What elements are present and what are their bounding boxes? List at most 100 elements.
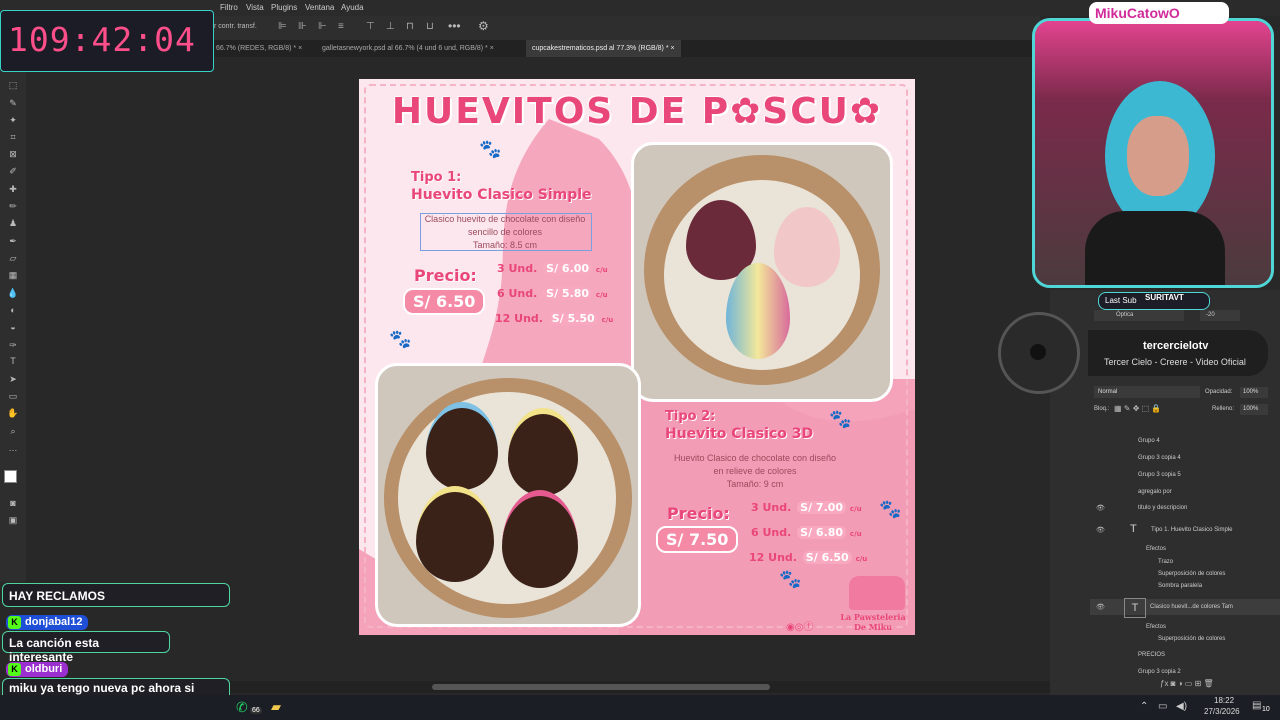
distribute-vertical-icon[interactable]: ⊔ [426,21,434,32]
align-top-icon[interactable]: ⊤ [366,21,375,32]
scrollbar-thumb[interactable] [432,684,770,690]
chat-message: HAY RECLAMOS [2,583,230,607]
visibility-eye-icon[interactable]: 👁 [1096,603,1105,611]
layer-group[interactable]: titulo y descripcion [1090,500,1280,516]
gradient-tool-icon[interactable]: ▦ [6,269,20,281]
network-icon[interactable]: ▭ [1158,701,1167,712]
hand-tool-icon[interactable]: ✋ [6,407,20,419]
volume-icon[interactable]: ◀) [1176,701,1187,712]
lock-label: Bloq.: [1094,406,1110,412]
screen-mode-icon[interactable]: ▣ [6,514,20,526]
dodge-tool-icon[interactable]: ◐ [6,304,20,316]
fill-input[interactable]: 100% [1240,404,1268,415]
notifications-icon[interactable]: ▤ [1252,700,1261,711]
chat-message: La canción esta interesante [2,631,170,664]
stamp-tool-icon[interactable]: ♟ [6,217,20,229]
layer-group[interactable]: PRECIOS [1090,647,1280,663]
layer-group[interactable]: Grupo 3 copia 2 [1090,664,1280,680]
type2-tier: 3 Und. S/ 7.00 c/u [751,501,862,514]
blur-tool-icon[interactable]: 💧 [6,287,20,299]
zoom-tool-icon[interactable]: ⌕ [6,425,20,437]
clock-date[interactable]: 27/3/2026 [1204,707,1240,716]
clock-time[interactable]: 18:22 [1214,696,1234,705]
tab-cupcakestrematicos[interactable]: cupcakestrematicos.psd al 77.3% (RGB/8) … [526,40,681,57]
poster-title: HUEVITOS DE P✿SCU✿ [391,91,883,132]
foreground-color-swatch[interactable] [4,470,17,483]
lasso-tool-icon[interactable]: ✎ [6,97,20,109]
menu-filtro[interactable]: Filtro [220,3,238,12]
taskbar: ✆ 66 ▰ ⌃ ▭ ◀) 18:22 27/3/2026 ▤ 10 [0,695,1280,720]
file-explorer-icon[interactable]: ▰ [271,699,281,715]
lock-icons[interactable]: ▦ ✎ ✥ ⬚ 🔒 [1114,404,1161,413]
align-bottom-icon[interactable]: ⊓ [406,21,414,32]
notification-badge: 66 [250,707,262,714]
photo-easter-eggs-simple [631,142,893,402]
type1-name: Huevito Clasico Simple [411,187,592,203]
tab-galletasnewyork[interactable]: galletasnewyork.psd al 66.7% (4 und 6 un… [316,40,500,57]
type-tool-icon[interactable]: T [6,355,20,367]
close-icon[interactable]: × [490,45,494,52]
type1-price-label: Precio: [414,266,477,285]
close-icon[interactable]: × [671,45,675,52]
pen-tool-icon[interactable]: ✑ [6,339,20,351]
healing-brush-icon[interactable]: ✚ [6,183,20,195]
menu-ventana[interactable]: Ventana [305,3,334,12]
text-layer-icon: T [1130,523,1137,535]
menu-vista[interactable]: Vista [246,3,264,12]
layer-group[interactable]: Grupo 3 copia 5 [1090,467,1280,483]
distribute-icon[interactable]: ≡ [338,21,344,32]
layer-text[interactable]: Tipo 1. Huevito Clasico Simple [1090,522,1280,538]
layer-actions-icons[interactable]: ƒx ◙ ◑ ▭ ⊞ 🗑 [1160,679,1214,688]
type1-tier: 6 Und. S/ 5.80 c/u [497,287,608,300]
smudge-tool-icon[interactable]: ◒ [6,321,20,333]
gear-icon[interactable]: ⚙ [478,19,489,33]
transform-controls-label[interactable]: r contr. transf. [214,23,257,30]
whatsapp-icon[interactable]: ✆ [236,699,248,716]
type1-tier: 3 Und. S/ 6.00 c/u [497,262,608,275]
marquee-tool-icon[interactable]: ⬚ [6,79,20,91]
layer-group[interactable]: Grupo 4 [1090,433,1280,449]
shape-tool-icon[interactable]: ▭ [6,390,20,402]
layer-text-selected[interactable]: Clasico huevit...de colores Tam [1090,599,1280,615]
menu-ayuda[interactable]: Ayuda [341,3,364,12]
quick-select-icon[interactable]: ✦ [6,114,20,126]
webcam-frame [1032,18,1274,288]
brand-name: La Pawsteleria De Miku [840,612,906,632]
tab-redes[interactable]: 66.7% (REDES, RGB/8) * × [210,40,308,57]
align-left-icon[interactable]: ⊫ [278,21,287,32]
layer-effect-item[interactable]: Sombra paralela [1090,578,1280,594]
path-select-icon[interactable]: ➤ [6,373,20,385]
tools-panel: ⬚ ✎ ✦ ⌗ ⊠ ✐ ✚ ✏ ♟ ✒ ▱ ▦ 💧 ◐ ◒ ✑ T ➤ ▭ ✋ … [0,57,27,582]
history-brush-icon[interactable]: ✒ [6,235,20,247]
type2-tier: 6 Und. S/ 6.80 c/u [751,526,862,539]
menu-plugins[interactable]: Plugins [271,3,297,12]
eraser-tool-icon[interactable]: ▱ [6,252,20,264]
type2-label: Tipo 2: [665,409,716,424]
visibility-eye-icon[interactable]: 👁 [1096,526,1105,534]
type2-price: S/ 7.50 [656,526,739,553]
brush-tool-icon[interactable]: ✏ [6,200,20,212]
artboard[interactable]: 🐾 🐾 🐾 🐾 🐾 🐾 HUEVITOS DE P✿SCU✿ Tipo 1: H… [359,79,915,635]
layer-group[interactable]: Grupo 3 copia 4 [1090,450,1280,466]
frame-tool-icon[interactable]: ⊠ [6,148,20,160]
vinyl-center [1030,344,1046,360]
visibility-eye-icon[interactable]: 👁 [1096,504,1105,512]
crop-tool-icon[interactable]: ⌗ [6,131,20,143]
tray-chevron-icon[interactable]: ⌃ [1140,701,1148,712]
streamer-shirt [1085,211,1225,285]
chat-username: Kdonjabal12 [6,615,89,630]
layer-group[interactable]: agregalo por [1090,484,1280,500]
music-track: Tercer Cielo - Creere - Video Oficial [1104,357,1246,367]
eyedropper-icon[interactable]: ✐ [6,165,20,177]
more-tools-icon[interactable]: … [6,442,20,454]
align-center-icon[interactable]: ⊪ [298,21,307,32]
align-right-icon[interactable]: ⊩ [318,21,327,32]
quick-mask-icon[interactable]: ◙ [6,497,20,509]
close-icon[interactable]: × [298,45,302,52]
notifications-count: 10 [1262,706,1270,713]
social-icons: ◉◎ⓕ [786,622,814,633]
more-options-icon[interactable]: ••• [448,19,461,33]
layer-effect-item[interactable]: Superposición de colores [1090,631,1280,647]
align-middle-icon[interactable]: ⊥ [386,21,395,32]
type2-description: Huevito Clasico de chocolate con diseño … [673,453,837,489]
